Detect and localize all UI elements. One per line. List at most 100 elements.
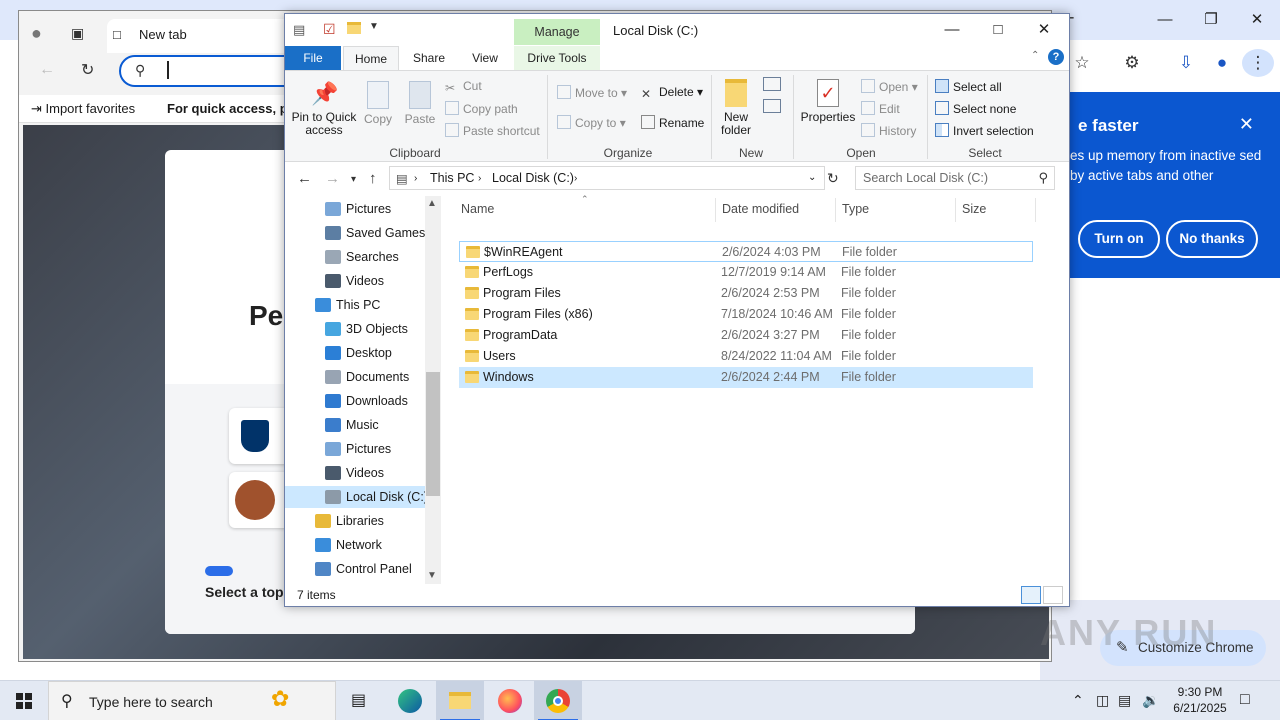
tree-item[interactable]: Control Panel xyxy=(285,558,425,580)
delete-button[interactable]: ✕ Delete ▾ xyxy=(641,85,703,101)
copy-to-button[interactable]: Copy to ▾ xyxy=(557,115,626,130)
invert-selection-button[interactable]: Invert selection xyxy=(935,123,1034,138)
cut-button[interactable]: ✂ Cut xyxy=(445,79,482,95)
chrome-icon[interactable] xyxy=(534,681,582,720)
menu-icon[interactable]: ⋮ xyxy=(1242,49,1274,77)
minimize-icon[interactable]: — xyxy=(929,14,975,46)
table-row[interactable]: $WinREAgent 2/6/2024 4:03 PM File folder xyxy=(459,241,1033,262)
tree-item[interactable]: Downloads xyxy=(285,390,425,412)
address-dropdown-icon[interactable]: ⌄ xyxy=(808,172,816,183)
column-separator[interactable] xyxy=(1035,198,1036,222)
import-favorites-link[interactable]: ⇥ Import favorites xyxy=(31,101,135,117)
network-icon[interactable]: ▤ xyxy=(1118,692,1131,709)
properties-qat-icon[interactable]: ☑ xyxy=(323,21,336,38)
scroll-up-icon[interactable]: ▲ xyxy=(427,198,437,209)
paste-button[interactable]: Paste xyxy=(401,81,439,126)
taskbar-search[interactable]: ⚲ Type here to search ✿ xyxy=(48,681,336,720)
close-icon[interactable]: ✕ xyxy=(1234,6,1280,34)
table-row[interactable]: Users 8/24/2022 11:04 AM File folder xyxy=(459,346,1033,367)
back-icon[interactable]: ← xyxy=(39,61,55,79)
open-button[interactable]: Open ▾ xyxy=(861,79,918,94)
notifications-icon[interactable]: □ xyxy=(1240,691,1250,709)
tab-actions-icon[interactable]: ▣ xyxy=(71,25,84,42)
close-icon[interactable]: ✕ xyxy=(1021,14,1067,46)
chevron-right-icon[interactable]: › xyxy=(414,173,417,184)
tab-view[interactable]: View xyxy=(457,46,513,70)
new-item-icon[interactable] xyxy=(763,77,781,91)
bookmark-star-icon[interactable]: ☆ xyxy=(1066,49,1098,77)
refresh-icon[interactable]: ↻ xyxy=(827,170,839,187)
navigation-scrollbar[interactable]: ▲ ▼ xyxy=(425,196,441,584)
address-bar[interactable]: ▤ › This PC › Local Disk (C:) › ⌄ xyxy=(389,166,825,190)
back-icon[interactable]: ← xyxy=(297,170,312,187)
edit-button[interactable]: Edit xyxy=(861,101,900,116)
history-button[interactable]: History xyxy=(861,123,916,138)
pin-quick-access-button[interactable]: 📌 Pin to Quick access xyxy=(289,81,359,137)
recent-locations-icon[interactable]: ▾ xyxy=(351,174,356,185)
breadcrumb-this-pc[interactable]: This PC xyxy=(430,171,474,185)
paste-shortcut-button[interactable]: Paste shortcut xyxy=(445,123,540,138)
tab-share[interactable]: Share xyxy=(401,46,457,70)
meet-now-icon[interactable]: ◫ xyxy=(1096,692,1109,709)
tab-new-tab[interactable] xyxy=(107,19,307,53)
scrollbar-thumb[interactable] xyxy=(426,372,440,496)
up-icon[interactable]: ↑ xyxy=(369,170,377,187)
extensions-icon[interactable]: ⚙ xyxy=(1116,49,1148,77)
tree-item[interactable]: Desktop xyxy=(285,342,425,364)
properties-button[interactable]: ✓ Properties xyxy=(799,79,857,124)
column-separator[interactable] xyxy=(835,198,836,222)
breadcrumb-local-disk[interactable]: Local Disk (C:) xyxy=(492,171,574,185)
file-explorer-icon[interactable] xyxy=(436,681,484,720)
collapse-ribbon-icon[interactable]: ⌃ xyxy=(1031,50,1039,61)
tree-item[interactable]: Documents xyxy=(285,366,425,388)
column-type[interactable]: Type xyxy=(842,202,869,216)
new-folder-qat-icon[interactable] xyxy=(347,22,361,34)
copy-path-button[interactable]: Copy path xyxy=(445,101,518,116)
tree-item[interactable]: Libraries xyxy=(285,510,425,532)
help-icon[interactable]: ? xyxy=(1048,49,1064,65)
easy-access-icon[interactable] xyxy=(763,99,781,113)
copy-button[interactable]: Copy xyxy=(361,81,395,126)
column-separator[interactable] xyxy=(955,198,956,222)
scroll-down-icon[interactable]: ▼ xyxy=(427,570,437,581)
volume-icon[interactable]: 🔉 xyxy=(1142,692,1159,709)
details-view-icon[interactable] xyxy=(1021,586,1041,604)
restore-icon[interactable]: ❐ xyxy=(1188,6,1234,34)
column-date-modified[interactable]: Date modified xyxy=(722,202,799,216)
tree-item[interactable]: Saved Games xyxy=(285,222,425,244)
tree-item[interactable]: Videos xyxy=(285,462,425,484)
column-separator[interactable] xyxy=(715,198,716,222)
select-all-button[interactable]: Select all xyxy=(935,79,1002,94)
tree-item[interactable]: Searches xyxy=(285,246,425,268)
table-row[interactable]: Program Files (x86) 7/18/2024 10:46 AM Fil… xyxy=(459,304,1033,325)
tree-item[interactable]: Music xyxy=(285,414,425,436)
clock[interactable]: 9:30 PM 6/21/2025 xyxy=(1160,684,1240,716)
turn-on-button[interactable]: Turn on xyxy=(1078,220,1160,258)
tree-item[interactable]: 3D Objects xyxy=(285,318,425,340)
tree-item[interactable]: Pictures xyxy=(285,198,425,220)
table-row[interactable]: PerfLogs 12/7/2019 9:14 AM File folder xyxy=(459,262,1033,283)
tree-item[interactable]: Local Disk (C:) xyxy=(285,486,425,508)
tree-item[interactable]: Pictures xyxy=(285,438,425,460)
new-folder-button[interactable]: New folder xyxy=(717,79,755,137)
manage-tab[interactable]: Manage xyxy=(514,19,600,45)
start-button[interactable] xyxy=(0,681,48,720)
tab-file[interactable]: File xyxy=(285,46,341,70)
show-hidden-icons-icon[interactable]: ⌃ xyxy=(1072,692,1084,709)
table-row[interactable]: Windows 2/6/2024 2:44 PM File folder xyxy=(459,367,1033,388)
tree-item[interactable]: This PC xyxy=(285,294,425,316)
move-to-button[interactable]: Move to ▾ xyxy=(557,85,627,100)
refresh-icon[interactable]: ↻ xyxy=(81,60,94,80)
select-none-button[interactable]: Select none xyxy=(935,101,1016,116)
table-row[interactable]: Program Files 2/6/2024 2:53 PM File folder xyxy=(459,283,1033,304)
column-name[interactable]: Name xyxy=(461,202,494,216)
firefox-icon[interactable] xyxy=(486,681,534,720)
close-icon[interactable]: ✕ xyxy=(1239,114,1254,135)
chevron-right-icon[interactable]: › xyxy=(574,173,577,184)
tab-home[interactable]: Home xyxy=(343,46,399,70)
qat-dropdown-icon[interactable]: ▼ xyxy=(369,21,379,32)
profile-icon[interactable]: ● xyxy=(1206,49,1238,77)
search-input[interactable]: Search Local Disk (C:) ⚲ xyxy=(855,166,1055,190)
downloads-icon[interactable]: ⇩ xyxy=(1170,49,1202,77)
rename-button[interactable]: Rename xyxy=(641,115,704,130)
